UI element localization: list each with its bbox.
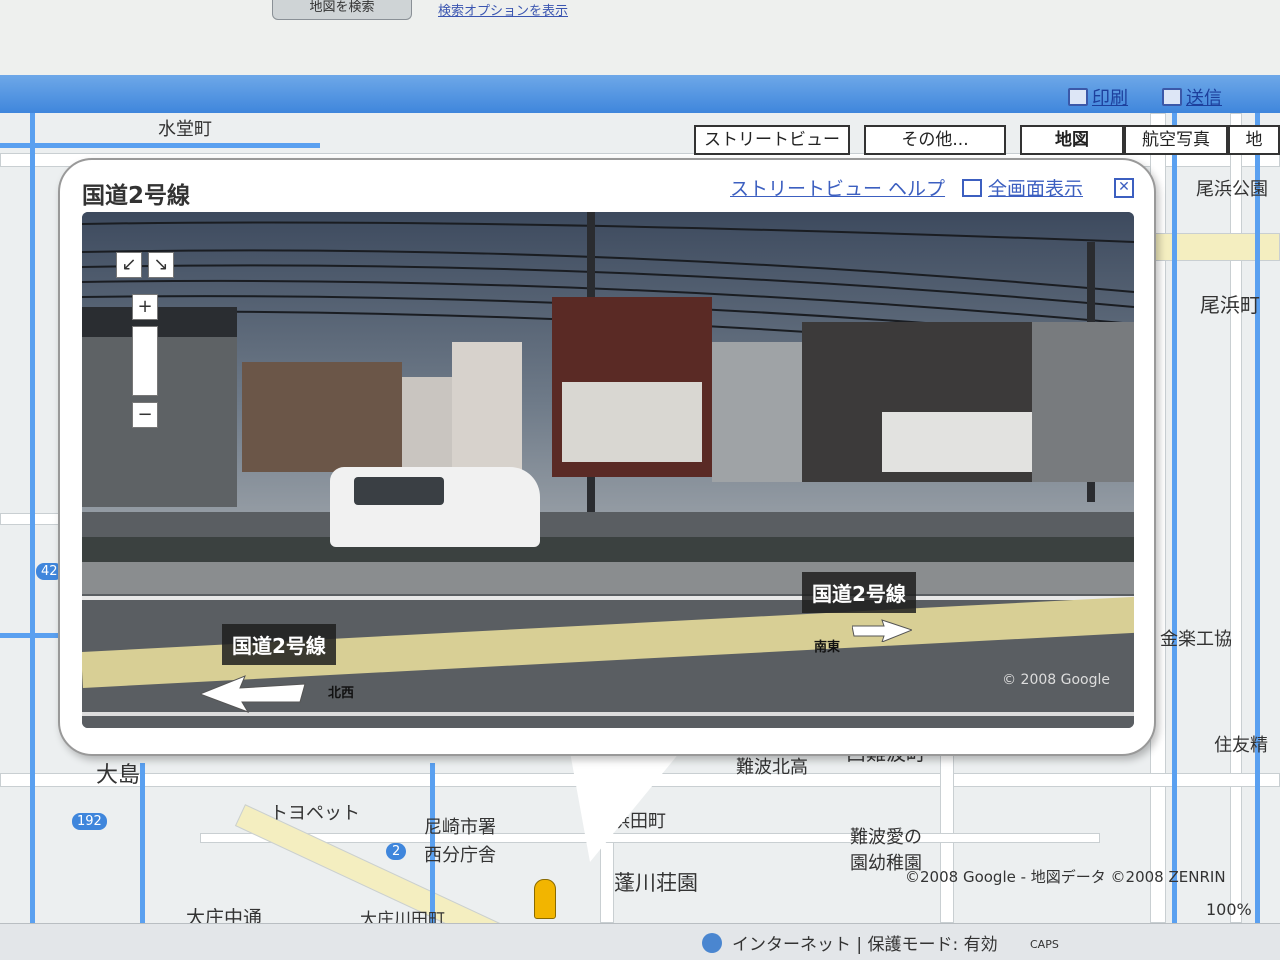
send-link[interactable]: 送信 bbox=[1162, 84, 1222, 110]
pan-left-button[interactable]: ↙ bbox=[116, 252, 142, 278]
map-label: 大庄川田町 bbox=[360, 910, 445, 923]
building bbox=[1032, 322, 1134, 482]
shop-front bbox=[562, 382, 702, 462]
street-view-route bbox=[0, 143, 320, 148]
streetview-copyright: © 2008 Google bbox=[1002, 672, 1110, 688]
zoom-in-button[interactable]: + bbox=[132, 294, 158, 320]
popup-title: 国道2号線 bbox=[82, 183, 191, 209]
map-label: 金楽工協 bbox=[1160, 629, 1232, 650]
fullscreen-link[interactable]: 全画面表示 bbox=[962, 174, 1083, 201]
fullscreen-icon bbox=[962, 178, 982, 197]
pan-right-button[interactable]: ↘ bbox=[148, 252, 174, 278]
caps-indicator: CAPS bbox=[1030, 938, 1059, 951]
zoom-slider[interactable] bbox=[132, 326, 158, 396]
pegman-icon[interactable] bbox=[534, 879, 556, 919]
map-label: 西分庁舎 bbox=[424, 845, 496, 866]
arrow-southeast-icon[interactable] bbox=[852, 618, 912, 642]
zoom-out-button[interactable]: − bbox=[132, 402, 158, 428]
direction-label-northwest: 北西 bbox=[328, 686, 355, 701]
building bbox=[402, 377, 452, 477]
globe-icon bbox=[702, 933, 722, 953]
arrow-northwest-icon[interactable] bbox=[200, 674, 310, 714]
route-shield-2: 2 bbox=[386, 843, 407, 860]
map-label: 難波愛の bbox=[850, 827, 922, 848]
map-label: 尼崎市署 bbox=[424, 817, 496, 838]
map-copyright: ©2008 Google - 地図データ ©2008 ZENRIN bbox=[905, 868, 1226, 886]
street-view-route bbox=[1255, 113, 1260, 923]
browser-status-bar: インターネット | 保護モード: 有効 CAPS bbox=[0, 923, 1280, 960]
maptype-more-button[interactable]: その他... bbox=[864, 125, 1006, 155]
security-zone[interactable]: インターネット | 保護モード: 有効 bbox=[732, 930, 998, 955]
street-tag-left[interactable]: 国道2号線 bbox=[222, 624, 336, 665]
direction-label-southeast: 南東 bbox=[814, 640, 841, 655]
print-link[interactable]: 印刷 bbox=[1068, 84, 1128, 110]
send-label: 送信 bbox=[1186, 88, 1222, 109]
building bbox=[82, 307, 237, 507]
street-view-route bbox=[140, 763, 145, 923]
map-label: トヨペット bbox=[270, 803, 360, 824]
street-view-route bbox=[1172, 113, 1177, 923]
maptype-streetview-button[interactable]: ストリートビュー bbox=[694, 125, 850, 155]
building bbox=[712, 342, 812, 482]
map-label: 水堂町 bbox=[158, 119, 212, 140]
building bbox=[242, 362, 402, 472]
fullscreen-label: 全画面表示 bbox=[988, 178, 1084, 200]
street-view-help-link[interactable]: ストリートビュー ヘルプ bbox=[730, 174, 945, 201]
map-label: 住友精 bbox=[1214, 735, 1268, 756]
street-view-panorama[interactable]: ↙ ↘ + − 国道2号線 国道2号線 北西 南東 © 2008 Google bbox=[82, 212, 1134, 728]
street-view-popup: 国道2号線 ストリートビュー ヘルプ 全画面表示 ✕ ↙ ↘ + − 国道2号線… bbox=[58, 158, 1156, 756]
building-roof bbox=[82, 307, 237, 337]
printer-icon bbox=[1068, 88, 1088, 106]
browser-top-strip: 地図を検索 検索オプションを表示 bbox=[0, 0, 1280, 75]
map-road bbox=[1150, 233, 1280, 261]
map-label: 大庄中通 bbox=[186, 907, 263, 923]
zoom-level[interactable]: 100% bbox=[1206, 900, 1252, 919]
lane-line bbox=[82, 596, 1134, 600]
route-shield-192: 192 bbox=[72, 813, 107, 830]
map-label: 難波北高 bbox=[736, 757, 808, 778]
map-label: 大島 bbox=[96, 763, 141, 788]
maptype-terrain-button[interactable]: 地 bbox=[1228, 125, 1280, 155]
search-options-link[interactable]: 検索オプションを表示 bbox=[438, 0, 568, 19]
close-button[interactable]: ✕ bbox=[1114, 178, 1134, 198]
street-view-route bbox=[0, 633, 60, 638]
wall bbox=[882, 412, 1032, 472]
print-label: 印刷 bbox=[1092, 88, 1128, 109]
map-label: 蓬川荘園 bbox=[614, 871, 698, 895]
street-view-route bbox=[30, 113, 35, 923]
maptype-map-button[interactable]: 地図 bbox=[1020, 125, 1124, 155]
car-window bbox=[354, 477, 444, 505]
popup-tail bbox=[570, 752, 680, 862]
map-label: 尾浜町 bbox=[1200, 293, 1260, 317]
map-label: 尾浜公園 bbox=[1196, 179, 1268, 200]
maps-header-bar: 印刷 送信 bbox=[0, 75, 1280, 113]
street-tag-right[interactable]: 国道2号線 bbox=[802, 572, 916, 613]
map-search-button[interactable]: 地図を検索 bbox=[272, 0, 412, 20]
billboard bbox=[452, 342, 522, 472]
mail-icon bbox=[1162, 88, 1182, 106]
median bbox=[82, 562, 1134, 594]
maptype-satellite-button[interactable]: 航空写真 bbox=[1124, 125, 1228, 155]
